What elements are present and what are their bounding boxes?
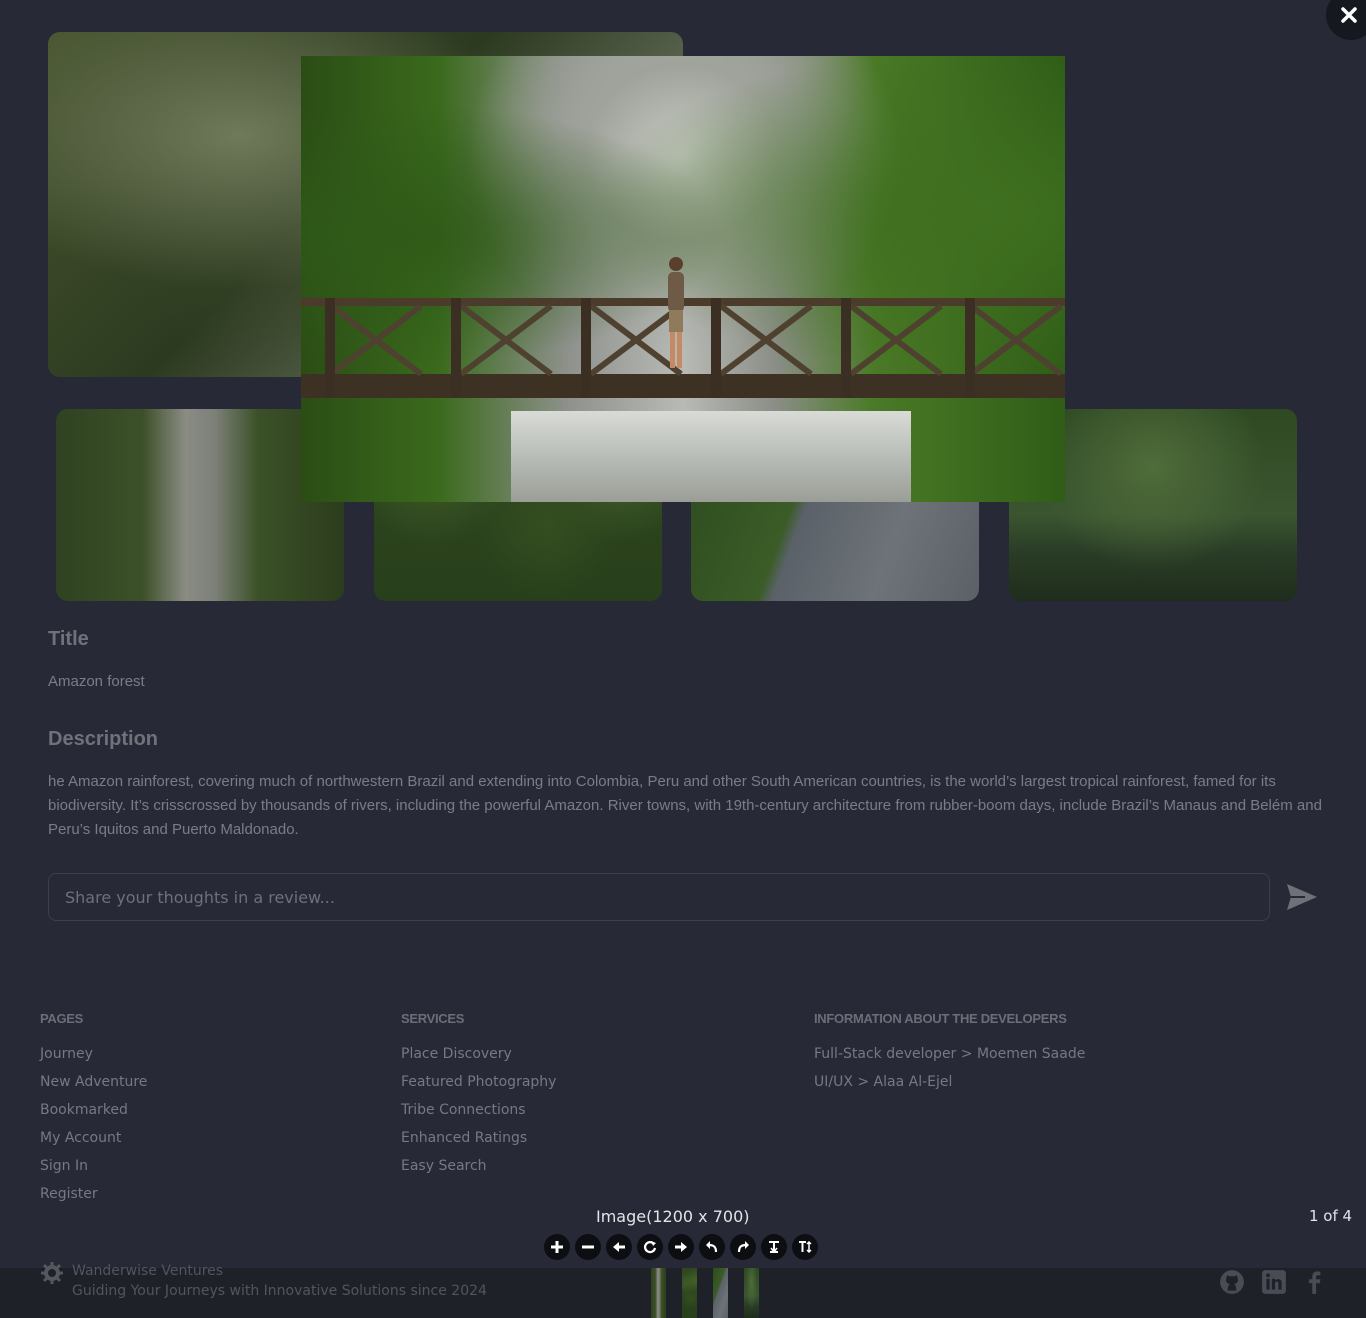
send-icon[interactable] bbox=[1285, 881, 1319, 913]
lightbox-thumb-2[interactable] bbox=[682, 1268, 697, 1318]
review-placeholder: Share your thoughts in a review... bbox=[65, 887, 335, 907]
footer-link-featured-photography[interactable]: Featured Photography bbox=[401, 1074, 556, 1090]
footer-link-sign-in[interactable]: Sign In bbox=[40, 1158, 88, 1174]
zoom-out-button[interactable] bbox=[575, 1234, 601, 1260]
footer-services-heading: SERVICES bbox=[401, 1011, 465, 1026]
facebook-icon[interactable] bbox=[1302, 1269, 1328, 1295]
footer-link-easy-search[interactable]: Easy Search bbox=[401, 1158, 487, 1174]
flip-horizontal-icon bbox=[799, 1240, 812, 1254]
linkedin-icon[interactable] bbox=[1261, 1269, 1287, 1295]
flip-horizontal-button[interactable] bbox=[792, 1234, 818, 1260]
zoom-out-icon bbox=[582, 1245, 594, 1249]
gear-logo-icon bbox=[41, 1262, 63, 1284]
person-figure bbox=[668, 257, 684, 368]
footer-link-place-discovery[interactable]: Place Discovery bbox=[401, 1046, 512, 1062]
footer-link-register[interactable]: Register bbox=[40, 1186, 98, 1202]
previous-button[interactable] bbox=[606, 1234, 632, 1260]
footer-developers-heading: INFORMATION ABOUT THE DEVELOPERS bbox=[814, 1011, 1067, 1026]
footer-developer-fullstack[interactable]: Full-Stack developer > Moemen Saade bbox=[814, 1046, 1085, 1062]
footer-developer-uiux[interactable]: UI/UX > Alaa Al-Ejel bbox=[814, 1074, 952, 1090]
footer-link-tribe-connections[interactable]: Tribe Connections bbox=[401, 1102, 526, 1118]
zoom-in-icon bbox=[551, 1241, 563, 1253]
rotate-icon bbox=[643, 1241, 657, 1254]
brand-name: Wanderwise Ventures bbox=[72, 1263, 224, 1279]
review-input[interactable]: Share your thoughts in a review... bbox=[48, 873, 1270, 921]
footer-link-my-account[interactable]: My Account bbox=[40, 1130, 121, 1146]
footer-pages-heading: PAGES bbox=[40, 1011, 84, 1026]
image-caption: Image(1200 x 700) bbox=[596, 1207, 750, 1226]
arrow-right-icon bbox=[675, 1242, 687, 1252]
next-button[interactable] bbox=[668, 1234, 694, 1260]
waterfall-foam bbox=[511, 411, 911, 502]
flip-vertical-button[interactable] bbox=[761, 1234, 787, 1260]
arrow-left-icon bbox=[613, 1242, 625, 1252]
lightbox-thumb-4[interactable] bbox=[744, 1268, 759, 1318]
redo-button[interactable] bbox=[730, 1234, 756, 1260]
footer-link-journey[interactable]: Journey bbox=[40, 1046, 93, 1062]
lightbox-toolbar bbox=[544, 1234, 818, 1260]
redo-icon bbox=[737, 1241, 749, 1253]
description-heading: Description bbox=[48, 728, 159, 750]
rotate-button[interactable] bbox=[637, 1234, 663, 1260]
lightbox-image[interactable] bbox=[301, 56, 1065, 502]
zoom-in-button[interactable] bbox=[544, 1234, 570, 1260]
lightbox-thumb-1[interactable] bbox=[651, 1268, 666, 1318]
description-text: he Amazon rainforest, covering much of n… bbox=[48, 773, 1322, 838]
title-heading: Title bbox=[48, 628, 89, 650]
footer-link-enhanced-ratings[interactable]: Enhanced Ratings bbox=[401, 1130, 527, 1146]
undo-button[interactable] bbox=[699, 1234, 725, 1260]
lightbox-thumb-3[interactable] bbox=[713, 1268, 728, 1318]
footer-link-bookmarked[interactable]: Bookmarked bbox=[40, 1102, 128, 1118]
close-icon[interactable] bbox=[1340, 6, 1358, 24]
image-counter: 1 of 4 bbox=[1309, 1207, 1353, 1225]
title-value: Amazon forest bbox=[48, 673, 145, 690]
brand-tagline: Guiding Your Journeys with Innovative So… bbox=[72, 1283, 487, 1299]
github-icon[interactable] bbox=[1219, 1269, 1245, 1295]
undo-icon bbox=[706, 1241, 718, 1253]
lightbox-thumbnails bbox=[651, 1268, 759, 1318]
footer-link-new-adventure[interactable]: New Adventure bbox=[40, 1074, 147, 1090]
flip-vertical-icon bbox=[769, 1241, 779, 1254]
